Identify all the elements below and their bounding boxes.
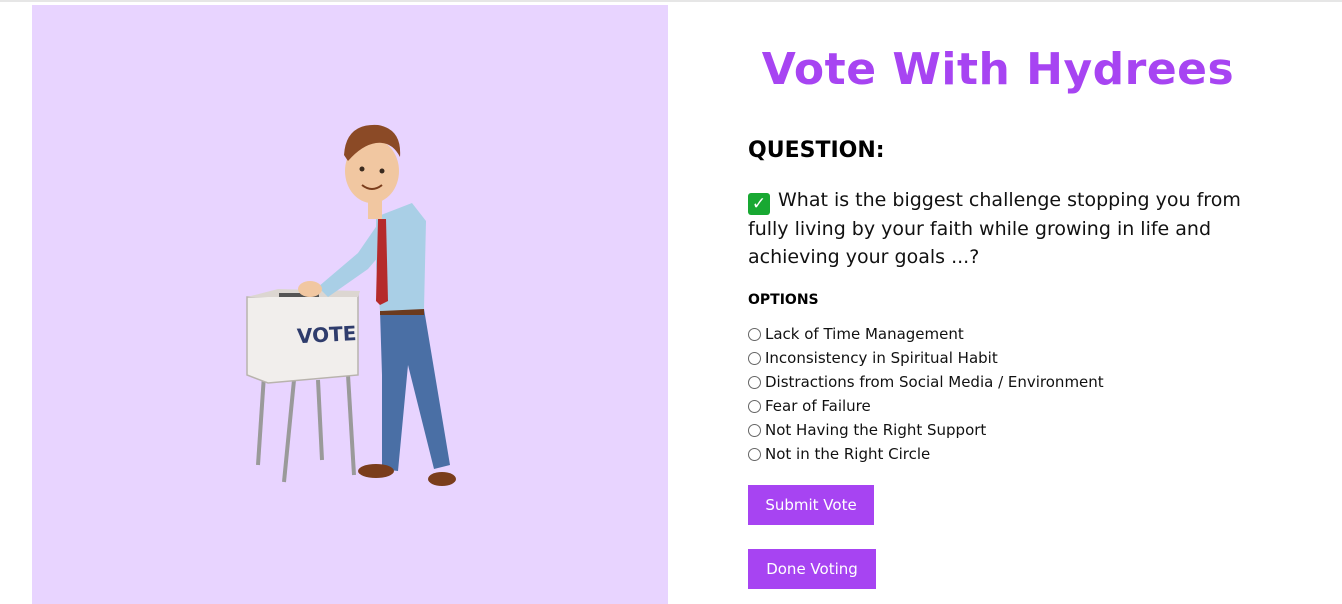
hero-panel: VOTE: [32, 5, 668, 604]
option-item[interactable]: Inconsistency in Spiritual Habit: [748, 346, 1104, 370]
option-item[interactable]: Distractions from Social Media / Environ…: [748, 370, 1104, 394]
ballot-box-stand: [256, 374, 356, 483]
option-label[interactable]: Lack of Time Management: [765, 325, 964, 343]
options-list: Lack of Time Management Inconsistency in…: [748, 322, 1104, 466]
radio-button[interactable]: [748, 327, 761, 341]
check-mark-icon: ✓: [748, 193, 770, 215]
option-label[interactable]: Inconsistency in Spiritual Habit: [765, 349, 998, 367]
submit-vote-button[interactable]: Submit Vote: [748, 485, 874, 525]
ballot-box: VOTE: [246, 289, 360, 384]
radio-button[interactable]: [748, 399, 761, 413]
ballot-box-label: VOTE: [296, 321, 357, 348]
radio-button[interactable]: [748, 447, 761, 461]
option-label[interactable]: Not in the Right Circle: [765, 445, 930, 463]
option-label[interactable]: Distractions from Social Media / Environ…: [765, 373, 1104, 391]
question-heading: QUESTION:: [748, 138, 885, 163]
radio-button[interactable]: [748, 375, 761, 389]
option-label[interactable]: Fear of Failure: [765, 397, 871, 415]
option-item[interactable]: Not Having the Right Support: [748, 418, 1104, 442]
options-heading: OPTIONS: [748, 292, 819, 308]
question-text-block: ✓ What is the biggest challenge stopping …: [748, 186, 1268, 271]
option-item[interactable]: Not in the Right Circle: [748, 442, 1104, 466]
radio-button[interactable]: [748, 423, 761, 437]
option-item[interactable]: Fear of Failure: [748, 394, 1104, 418]
page-title: Vote With Hydrees: [761, 44, 1235, 95]
radio-button[interactable]: [748, 351, 761, 365]
man-tie: [376, 219, 388, 305]
voter-illustration: VOTE: [246, 124, 456, 486]
top-divider: [0, 0, 1342, 2]
done-voting-button[interactable]: Done Voting: [748, 549, 876, 589]
option-item[interactable]: Lack of Time Management: [748, 322, 1104, 346]
option-label[interactable]: Not Having the Right Support: [765, 421, 986, 439]
man-pants: [380, 309, 450, 471]
question-text: What is the biggest challenge stopping y…: [748, 189, 1241, 268]
